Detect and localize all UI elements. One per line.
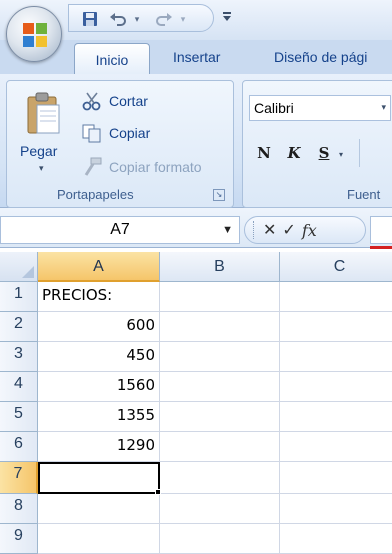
cell-b7[interactable] [160,462,280,494]
cell-c7[interactable] [280,462,392,494]
cut-button[interactable]: Cortar [81,89,148,113]
insert-function-button[interactable]: fx [302,221,317,240]
font-group-label: Fuent [347,187,381,202]
clipboard-group: Pegar ▾ Cortar Copiar Copiar formato Por… [6,80,234,208]
redo-icon[interactable] [153,8,175,30]
dialog-launcher-icon[interactable]: ↘ [213,189,225,201]
underline-button[interactable]: S [309,139,339,167]
format-painter-button[interactable]: Copiar formato [81,155,202,179]
border-button[interactable] [359,139,383,167]
quick-access-toolbar: ▾ ▾ [68,4,214,32]
column-header-a[interactable]: A [38,252,160,282]
chevron-down-icon: ▾ [381,102,386,112]
row-header[interactable]: 1 [0,282,38,312]
row-header[interactable]: 2 [0,312,38,342]
cell-a4[interactable]: 1560 [38,372,160,402]
enter-icon[interactable]: ✓ [282,220,295,240]
cancel-icon[interactable]: ✕ [263,220,276,240]
formula-bar-marker [370,246,392,249]
tab-inicio[interactable]: Inicio [74,43,150,75]
row-header[interactable]: 7 [0,462,38,494]
name-box-dropdown-icon[interactable]: ▼ [222,224,233,236]
formula-input[interactable] [370,216,392,244]
fill-handle[interactable] [155,489,161,495]
cell-c5[interactable] [280,402,392,432]
cell-c6[interactable] [280,432,392,462]
cell-a3[interactable]: 450 [38,342,160,372]
paste-dropdown-icon[interactable]: ▾ [39,163,44,174]
select-all-triangle-icon [22,266,34,278]
cell-a9[interactable] [38,524,160,554]
bold-button[interactable]: N [249,139,279,167]
qat-customize-icon[interactable] [222,10,232,25]
copy-label: Copiar [109,125,151,141]
cell-a5[interactable]: 1355 [38,402,160,432]
cell-c8[interactable] [280,494,392,524]
font-group: Calibri ▾ N K S ▾ Fuent [242,80,392,208]
paste-icon[interactable] [25,91,63,137]
worksheet-grid[interactable]: A B C 1 PRECIOS: 2 600 3 450 4 1560 5 13… [0,252,392,554]
cell-c3[interactable] [280,342,392,372]
row-header[interactable]: 5 [0,402,38,432]
clipboard-group-label: Portapapeles [57,187,134,202]
copy-icon [82,124,101,143]
undo-dropdown-icon[interactable]: ▾ [131,8,143,30]
row-header[interactable]: 6 [0,432,38,462]
row-header[interactable]: 3 [0,342,38,372]
column-header-b[interactable]: B [160,252,280,282]
cell-b6[interactable] [160,432,280,462]
cell-b5[interactable] [160,402,280,432]
cell-b2[interactable] [160,312,280,342]
format-painter-icon [84,157,102,176]
undo-icon[interactable] [107,8,129,30]
column-header-c[interactable]: C [280,252,392,282]
cell-a1[interactable]: PRECIOS: [38,282,160,312]
formula-controls: ✕ ✓ fx [244,216,366,244]
cell-b4[interactable] [160,372,280,402]
cell-c2[interactable] [280,312,392,342]
scissors-icon [82,92,101,111]
font-name-value: Calibri [254,100,294,116]
paste-button-label[interactable]: Pegar [20,143,57,159]
formula-bar-grip[interactable] [253,221,257,239]
cut-label: Cortar [109,93,148,109]
cell-b1[interactable] [160,282,280,312]
save-icon[interactable] [79,8,101,30]
active-cell-selection [38,462,160,494]
tab-diseno-de-pagina[interactable]: Diseño de pági [274,49,367,65]
tab-insertar[interactable]: Insertar [173,49,220,65]
office-button[interactable] [6,6,62,62]
row-header[interactable]: 8 [0,494,38,524]
font-name-select[interactable]: Calibri ▾ [249,95,391,121]
cell-b3[interactable] [160,342,280,372]
row-header[interactable]: 9 [0,524,38,554]
cell-b8[interactable] [160,494,280,524]
cell-a2[interactable]: 600 [38,312,160,342]
cell-b9[interactable] [160,524,280,554]
formula-bar: A7 ▼ ✕ ✓ fx [0,208,392,249]
cell-c4[interactable] [280,372,392,402]
name-box-value: A7 [110,221,130,238]
redo-dropdown-icon[interactable]: ▾ [177,8,189,30]
format-painter-label: Copiar formato [109,159,202,175]
name-box[interactable]: A7 ▼ [0,216,240,244]
cell-c1[interactable] [280,282,392,312]
copy-button[interactable]: Copiar [81,121,150,145]
cell-a8[interactable] [38,494,160,524]
cell-a6[interactable]: 1290 [38,432,160,462]
ribbon: Pegar ▾ Cortar Copiar Copiar formato Por… [0,74,392,208]
font-format-row: N K S ▾ [249,139,383,169]
office-logo-icon [23,23,47,47]
row-header[interactable]: 4 [0,372,38,402]
italic-button[interactable]: K [279,139,309,167]
select-all-button[interactable] [0,252,38,282]
cell-c9[interactable] [280,524,392,554]
underline-dropdown-icon[interactable]: ▾ [339,139,351,169]
